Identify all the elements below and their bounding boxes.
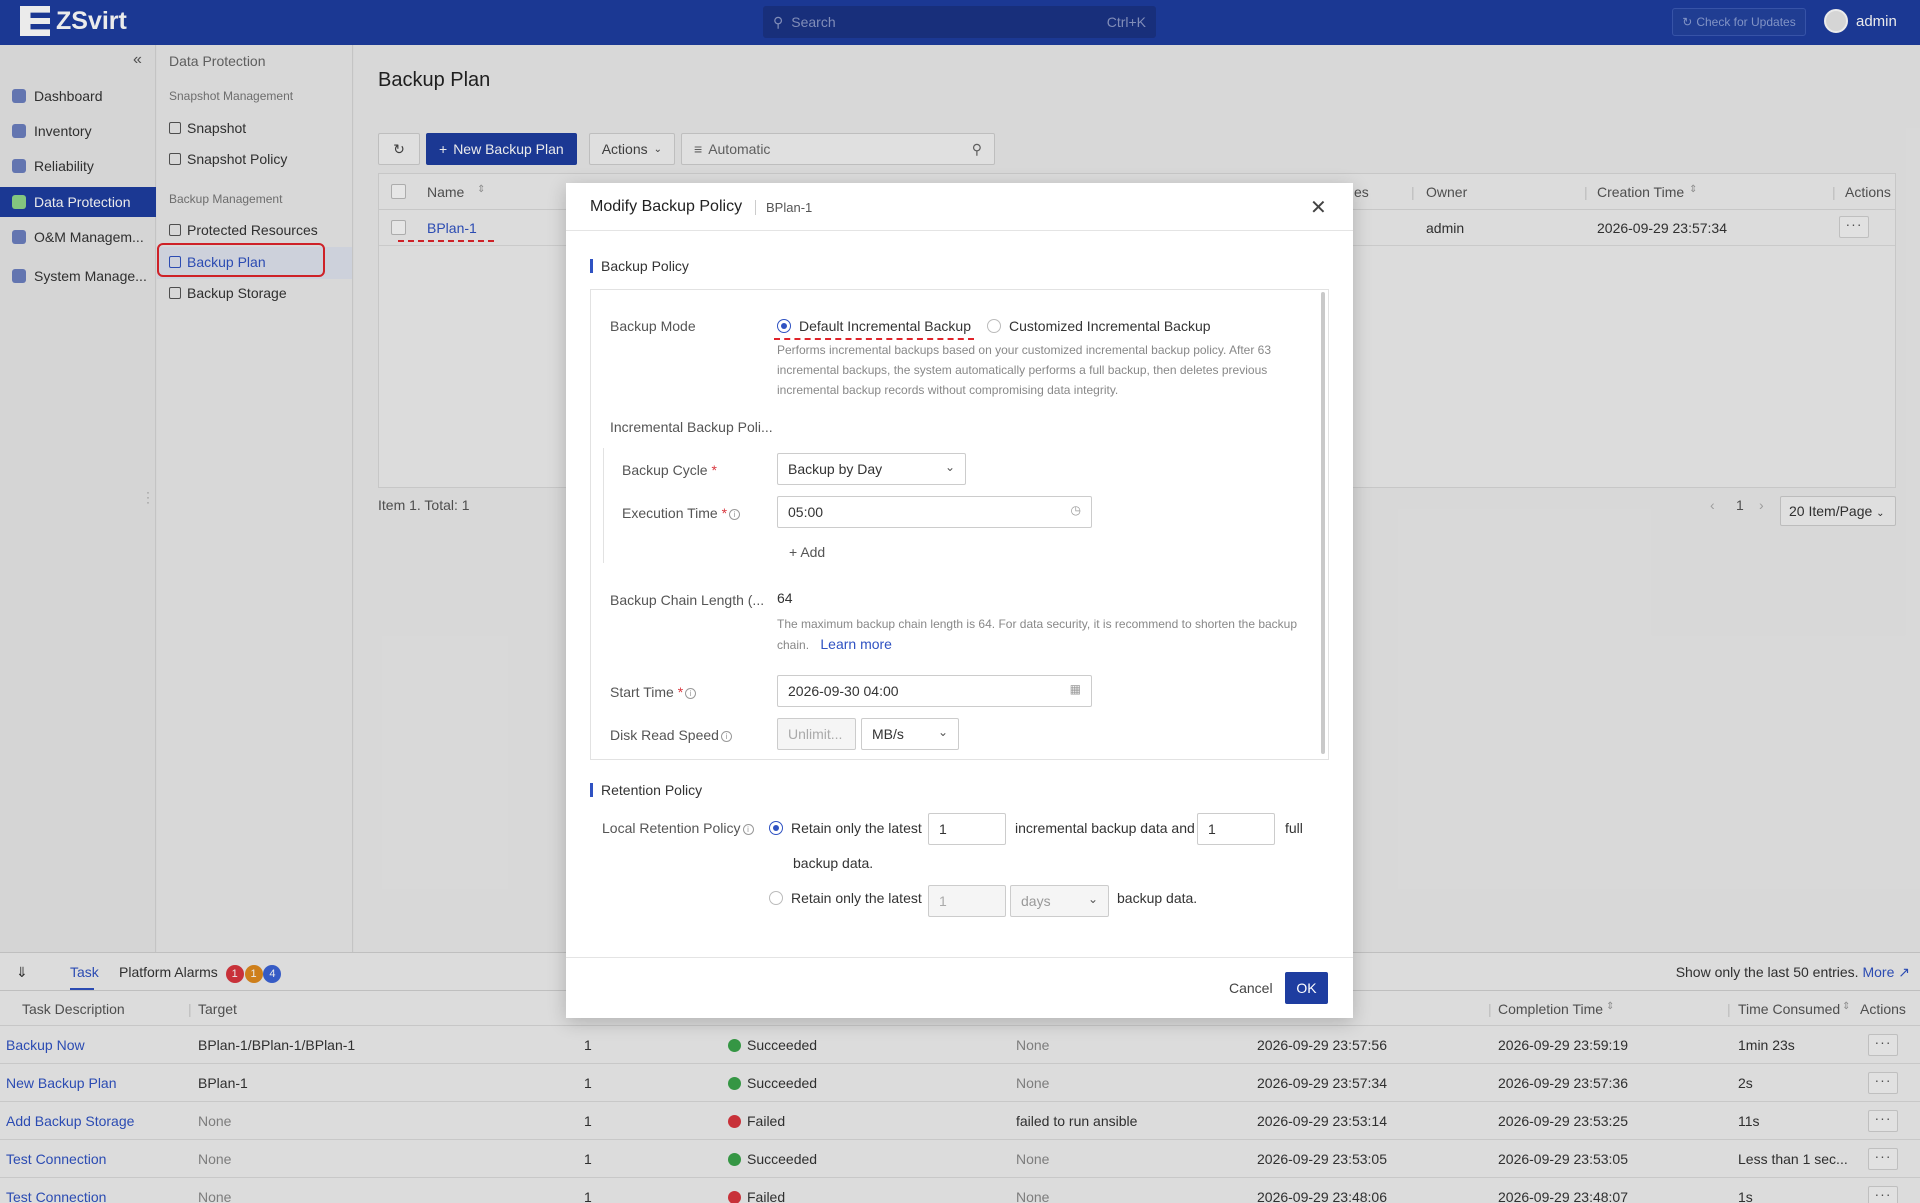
calendar-icon: ▦ (1069, 682, 1081, 696)
backup-cycle-label: Backup Cycle * (622, 462, 717, 478)
clock-icon: ◷ (1070, 503, 1081, 517)
label-text: Start Time (610, 684, 674, 700)
disk-speed-unit-select[interactable]: MB/s ⌄ (861, 718, 959, 750)
incremental-policy-label: Incremental Backup Poli... (610, 419, 773, 435)
disk-read-speed-label: Disk Read Speed i (610, 727, 732, 743)
retain-unit-select[interactable]: days ⌄ (1010, 885, 1109, 917)
chevron-down-icon: ⌄ (937, 725, 948, 739)
required-mark: * (721, 505, 728, 521)
select-value: days (1021, 893, 1051, 909)
info-icon[interactable]: i (729, 509, 741, 520)
dialog-footer: Cancel OK (566, 957, 1353, 1018)
radio-button-selected[interactable] (777, 319, 791, 333)
radio-button[interactable] (987, 319, 1001, 333)
radio-label: Retain only the latest (791, 890, 922, 906)
add-label: Add (800, 544, 826, 560)
radio-label: Retain only the latest (791, 820, 922, 836)
hint-line: chain. Learn more (777, 634, 1297, 655)
start-time-label: Start Time * i (610, 684, 697, 700)
backup-cycle-select[interactable]: Backup by Day ⌄ (777, 453, 966, 485)
modify-backup-policy-dialog: Modify Backup Policy BPlan-1 ✕ Backup Po… (566, 183, 1353, 1018)
backup-chain-length-label: Backup Chain Length (... (610, 592, 765, 608)
backup-data-text-2: backup data. (1117, 890, 1198, 906)
label-text: Local Retention Policy (602, 820, 741, 836)
chevron-down-icon: ⌄ (944, 460, 955, 474)
backup-mode-label: Backup Mode (610, 318, 696, 334)
input-value: 2026-09-30 04:00 (788, 683, 899, 699)
start-time-input[interactable]: 2026-09-30 04:00 ▦ (777, 675, 1092, 707)
info-icon[interactable]: i (742, 824, 754, 835)
required-mark: * (711, 462, 717, 478)
dialog-header: Modify Backup Policy BPlan-1 ✕ (566, 183, 1353, 231)
required-mark: * (677, 684, 684, 700)
hint-text: chain. (777, 638, 810, 652)
info-icon[interactable]: i (720, 731, 732, 742)
full-retain-input[interactable]: 1 (1197, 813, 1275, 845)
input-value: 05:00 (788, 504, 824, 520)
incremental-retain-input[interactable]: 1 (928, 813, 1006, 845)
label-text: Execution Time (622, 505, 718, 521)
hint-line: The maximum backup chain length is 64. F… (777, 617, 1298, 631)
radio-button-selected[interactable] (769, 821, 783, 835)
select-value: MB/s (872, 726, 904, 742)
select-value: Backup by Day (788, 461, 883, 477)
hint-line: Performs incremental backups based on yo… (777, 343, 1272, 357)
full-text: full (1285, 820, 1303, 836)
dialog-subtitle: BPlan-1 (755, 200, 812, 215)
local-retention-policy-label: Local Retention Policy i (602, 820, 754, 836)
plus-icon: + (789, 544, 798, 560)
radio-label: Default Incremental Backup (799, 318, 971, 334)
backup-mode-hint: Performs incremental backups based on yo… (777, 340, 1271, 400)
radio-default-incremental[interactable]: Default Incremental Backup (777, 318, 971, 334)
chain-length-hint: The maximum backup chain length is 64. F… (777, 614, 1297, 655)
execution-time-label: Execution Time * i (622, 505, 741, 521)
hint-line: incremental backup records without compr… (777, 383, 1119, 397)
radio-retain-count[interactable]: Retain only the latest (769, 820, 922, 836)
group-indicator (603, 448, 604, 563)
retain-days-input[interactable]: 1 (928, 885, 1006, 917)
disk-read-speed-input[interactable]: Unlimit... (777, 718, 856, 750)
radio-customized-incremental[interactable]: Customized Incremental Backup (987, 318, 1211, 334)
radio-label: Customized Incremental Backup (1009, 318, 1211, 334)
backup-chain-length-value: 64 (777, 590, 793, 606)
radio-button[interactable] (769, 891, 783, 905)
execution-time-input[interactable]: 05:00 ◷ (777, 496, 1092, 528)
hint-line: incremental backups, the system automati… (777, 363, 1268, 377)
add-execution-time-button[interactable]: + Add (789, 544, 825, 560)
radio-retain-days[interactable]: Retain only the latest (769, 890, 922, 906)
label-text: Backup Cycle (622, 462, 708, 478)
dialog-title: Modify Backup Policy (590, 198, 743, 215)
incremental-and-text: incremental backup data and (1015, 820, 1195, 836)
cancel-button[interactable]: Cancel (1217, 972, 1285, 1004)
label-text: Disk Read Speed (610, 727, 719, 743)
learn-more-link[interactable]: Learn more (820, 636, 892, 652)
scrollbar[interactable] (1321, 292, 1325, 754)
section-backup-policy: Backup Policy (590, 259, 689, 273)
info-icon[interactable]: i (685, 688, 697, 699)
backup-policy-form: Backup Mode Default Incremental Backup C… (590, 289, 1329, 760)
ok-button[interactable]: OK (1285, 972, 1328, 1004)
section-retention-policy: Retention Policy (590, 783, 702, 797)
backup-data-text: backup data. (793, 855, 874, 871)
chevron-down-icon: ⌄ (1087, 892, 1098, 906)
close-icon[interactable]: ✕ (1310, 195, 1327, 220)
